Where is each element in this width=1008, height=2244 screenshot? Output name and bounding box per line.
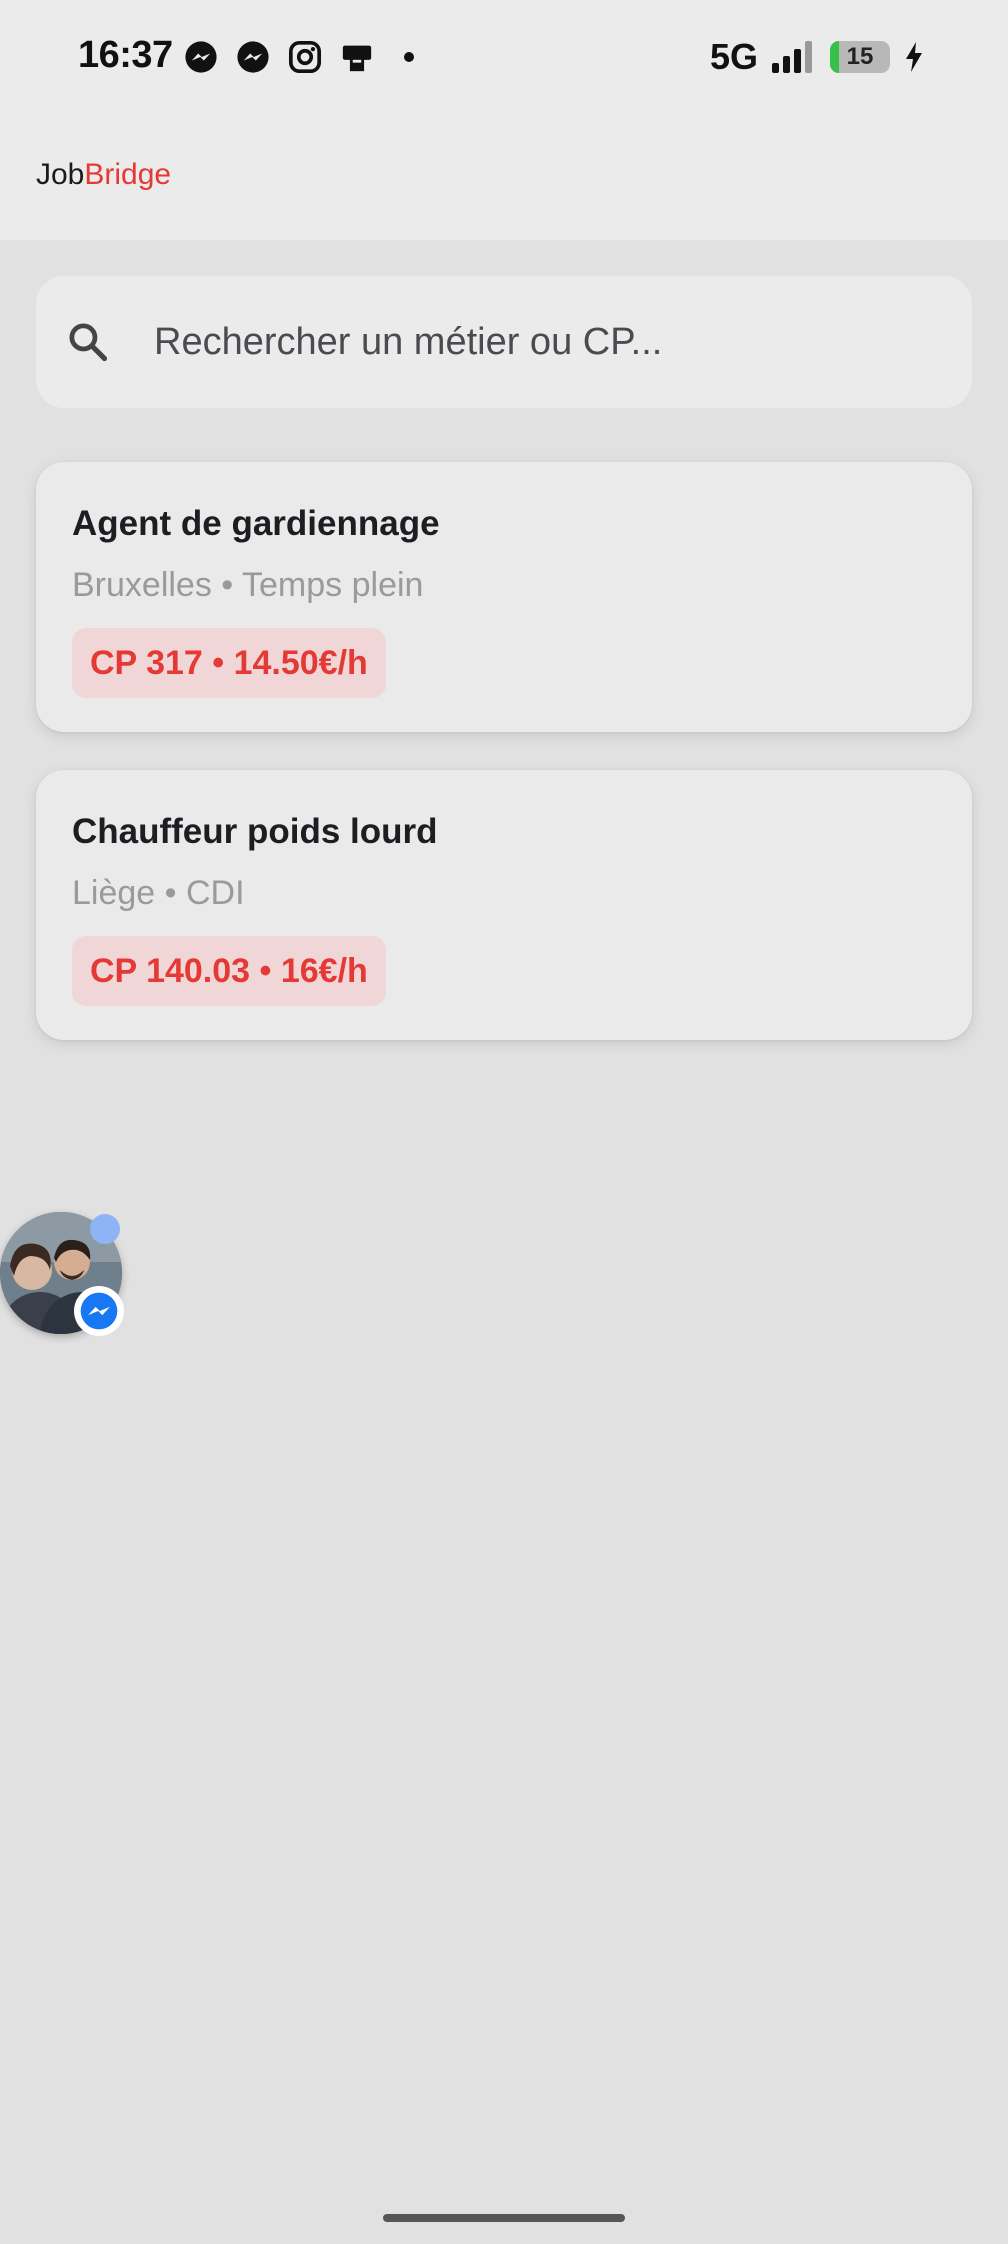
- charging-bolt-icon: [906, 42, 922, 72]
- network-type: 5G: [709, 36, 758, 77]
- notification-icons: [184, 40, 414, 74]
- status-right: 5G 15: [710, 36, 924, 78]
- job-title: Agent de gardiennage: [72, 504, 440, 543]
- job-card[interactable]: Chauffeur poids lourd Liège • CDI CP 140…: [36, 770, 972, 1040]
- job-salary-badge: CP 140.03 • 16€/h: [72, 936, 386, 1006]
- signal-icon: [772, 41, 812, 73]
- printer-icon: [342, 45, 372, 72]
- search-icon: [69, 323, 108, 362]
- app-logo: JobBridge: [36, 158, 171, 192]
- messenger-icon: [185, 41, 217, 73]
- job-meta: Bruxelles • Temps plein: [72, 566, 424, 604]
- messenger-badge: [74, 1286, 124, 1336]
- messenger-icon: [80, 1292, 118, 1330]
- home-indicator[interactable]: [383, 2214, 625, 2222]
- battery-percent: 15: [846, 43, 874, 70]
- messenger-icon: [237, 41, 269, 73]
- search-bar[interactable]: [36, 276, 972, 408]
- battery-icon: 15: [830, 41, 890, 73]
- status-time: 16:37: [78, 34, 173, 76]
- status-bar: 16:37 5G 15: [0, 0, 1008, 116]
- unread-dot-icon: [90, 1214, 120, 1244]
- job-title: Chauffeur poids lourd: [72, 812, 438, 851]
- job-meta: Liège • CDI: [72, 874, 245, 912]
- messenger-chat-head[interactable]: [0, 1208, 124, 1336]
- job-salary-badge: CP 317 • 14.50€/h: [72, 628, 386, 698]
- battery-level-fill: [830, 41, 839, 73]
- brand-name-part1: Job: [36, 158, 85, 191]
- more-notifications-dot-icon: [404, 52, 414, 62]
- brand-name-part2: Bridge: [84, 158, 172, 191]
- search-input[interactable]: [154, 276, 944, 408]
- job-card[interactable]: Agent de gardiennage Bruxelles • Temps p…: [36, 462, 972, 732]
- instagram-icon: [288, 40, 322, 74]
